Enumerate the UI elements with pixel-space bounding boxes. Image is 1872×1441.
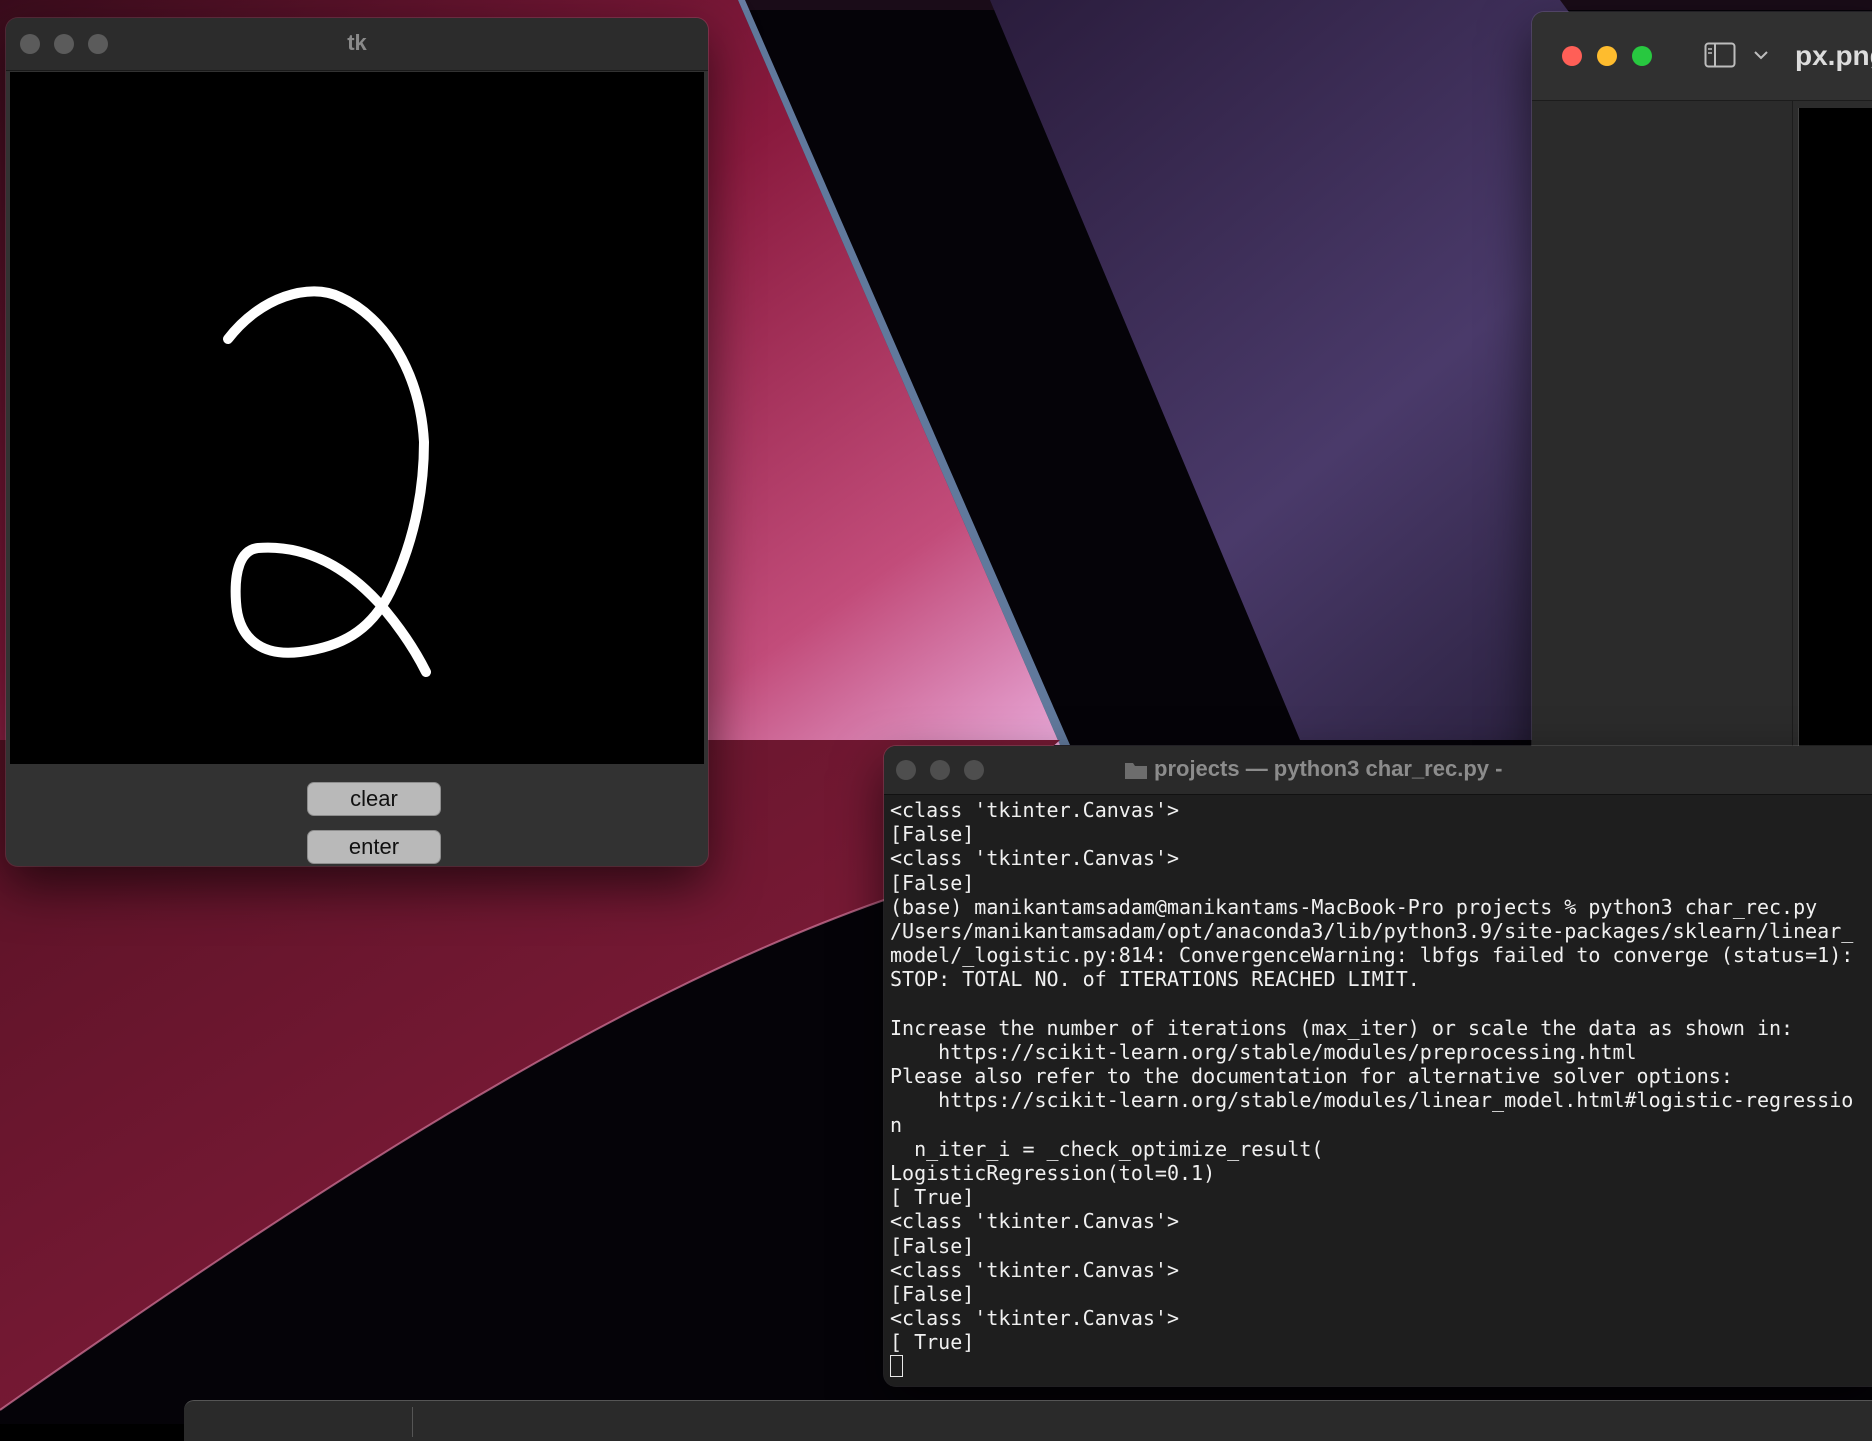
terminal-line: n_iter_i = _check_optimize_result(	[890, 1136, 1324, 1161]
terminal-output[interactable]: <class 'tkinter.Canvas'> [False] <class 't…	[890, 798, 1872, 1379]
preview-title: px.png	[1795, 40, 1872, 71]
terminal-line: n	[890, 1112, 903, 1137]
terminal-line: LogisticRegression(tol=0.1)	[890, 1161, 1216, 1186]
tk-titlebar[interactable]: tk	[6, 18, 708, 71]
terminal-line: https://scikit-learn.org/stable/modules/…	[890, 1040, 1637, 1065]
terminal-line: STOP: TOTAL NO. of ITERATIONS REACHED LI…	[890, 967, 1420, 992]
terminal-line: /Users/manikantamsadam/opt/anaconda3/lib…	[890, 919, 1854, 944]
handwritten-digit-stroke	[223, 286, 431, 677]
terminal-line: <class 'tkinter.Canvas'>	[890, 846, 1179, 871]
terminal-line: https://scikit-learn.org/stable/modules/…	[890, 1088, 1854, 1113]
terminal-title: projects — python3 char_rec.py -	[1154, 756, 1503, 781]
chevron-down-icon[interactable]	[1754, 50, 1768, 60]
terminal-line: (base) manikantamsadam@manikantams-MacBo…	[890, 894, 1818, 919]
terminal-line: [False]	[890, 1233, 975, 1258]
terminal-prompt-line	[890, 1354, 1872, 1379]
sidebar-toggle-icon[interactable]	[1704, 42, 1736, 68]
folder-icon	[1125, 763, 1147, 779]
terminal-titlebar[interactable]: projects — python3 char_rec.py -	[884, 746, 1872, 795]
terminal-line: <class 'tkinter.Canvas'>	[890, 1257, 1179, 1282]
clear-button[interactable]: clear	[307, 782, 441, 816]
minimize-button[interactable]	[930, 760, 950, 780]
tk-window: tk clear enter	[6, 18, 708, 866]
terminal-line: [ True]	[890, 1330, 975, 1355]
terminal-line: <class 'tkinter.Canvas'>	[890, 1306, 1179, 1331]
terminal-line: [False]	[890, 1282, 975, 1307]
text-cursor	[890, 1354, 903, 1377]
terminal-line: [False]	[890, 870, 975, 895]
preview-window: px.png	[1532, 12, 1872, 802]
terminal-line: <class 'tkinter.Canvas'>	[890, 798, 1179, 822]
terminal-line: <class 'tkinter.Canvas'>	[890, 1209, 1179, 1234]
window-title: tk	[347, 30, 367, 55]
terminal-line: [False]	[890, 822, 975, 847]
terminal-line: [ True]	[890, 1185, 975, 1210]
close-button[interactable]	[896, 760, 916, 780]
preview-image	[1798, 108, 1872, 802]
terminal-line: Increase the number of iterations (max_i…	[890, 1015, 1794, 1040]
dock-separator	[412, 1407, 413, 1437]
terminal-line: Please also refer to the documentation f…	[890, 1064, 1733, 1089]
preview-sidebar[interactable]	[1532, 101, 1793, 802]
dock[interactable]	[184, 1400, 1872, 1441]
preview-titlebar[interactable]: px.png	[1532, 12, 1872, 101]
drawing-canvas[interactable]	[10, 72, 704, 764]
zoom-button[interactable]	[964, 760, 984, 780]
terminal-line: model/_logistic.py:814: ConvergenceWarni…	[890, 943, 1854, 968]
enter-button[interactable]: enter	[307, 830, 441, 864]
minimize-button[interactable]	[1597, 46, 1617, 66]
zoom-button[interactable]	[1632, 46, 1652, 66]
terminal-window: projects — python3 char_rec.py - <class …	[884, 746, 1872, 1386]
close-button[interactable]	[1562, 46, 1582, 66]
